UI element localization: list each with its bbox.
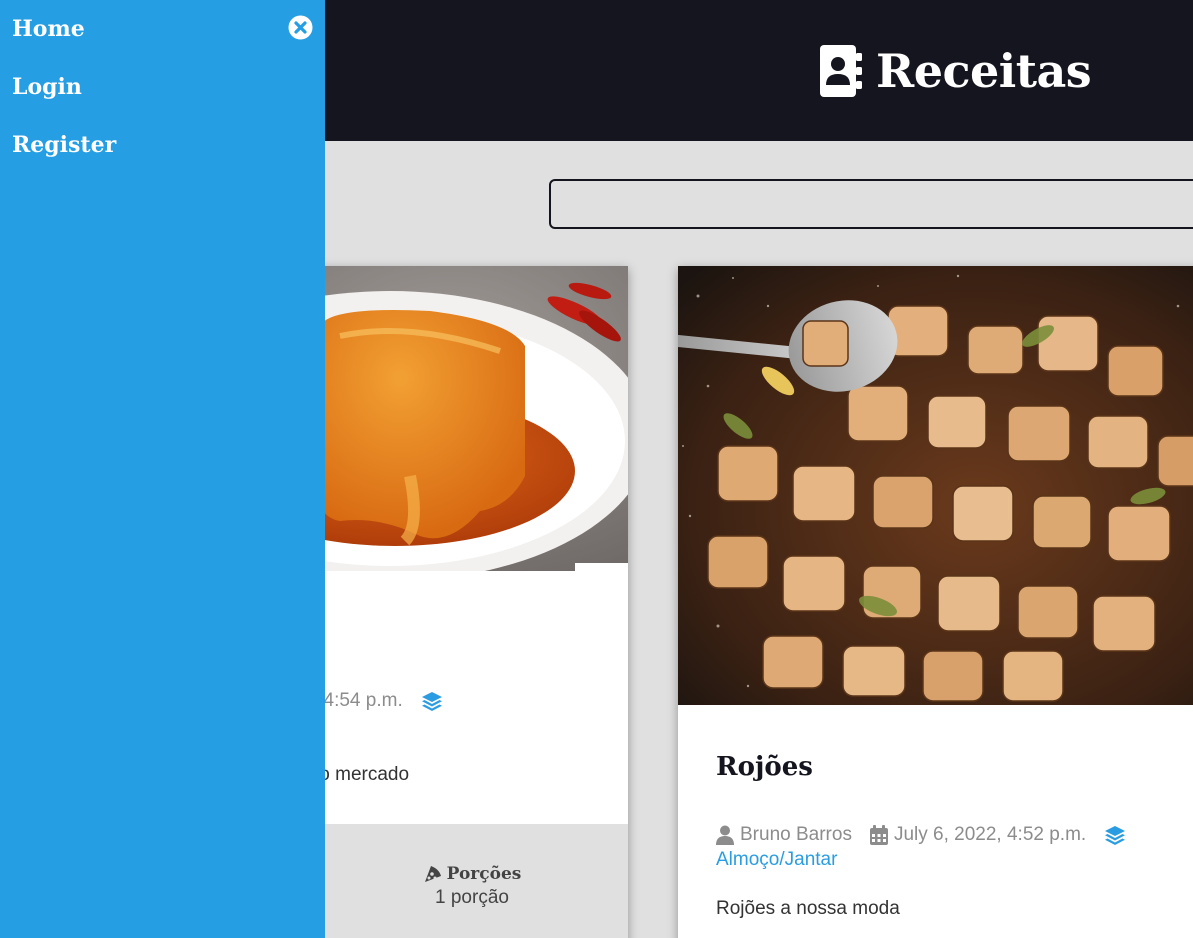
recipe-category-link[interactable]: Almoço/Jantar bbox=[716, 849, 837, 871]
calendar-icon bbox=[869, 825, 888, 845]
sidebar-item-home[interactable]: Home bbox=[12, 16, 85, 42]
sidebar-item-register[interactable]: Register bbox=[12, 132, 116, 158]
layers-icon bbox=[1105, 826, 1126, 845]
recipe-meta: Bruno Barros July 6, 2022, 4:52 p.m. bbox=[716, 824, 1126, 846]
portions-label: Porções bbox=[446, 864, 522, 884]
close-icon[interactable] bbox=[288, 15, 313, 40]
search-input[interactable] bbox=[549, 179, 1193, 229]
sidebar-menu: Home Login Register bbox=[0, 0, 325, 938]
sidebar-item-login[interactable]: Login bbox=[12, 74, 82, 100]
recipe-author: Bruno Barros bbox=[740, 824, 852, 845]
recipe-card[interactable]: Rojões Bruno Barros July 6, 2022, 4:52 p… bbox=[678, 266, 1193, 938]
brand-link[interactable]: Receitas bbox=[820, 44, 1092, 98]
user-icon bbox=[716, 825, 734, 845]
pizza-slice-icon bbox=[424, 866, 441, 882]
portions-value: 1 porção bbox=[435, 887, 509, 908]
layers-icon bbox=[421, 692, 442, 711]
address-book-icon bbox=[820, 45, 862, 97]
recipe-description: Rojões a nossa moda bbox=[716, 898, 900, 919]
brand-title: Receitas bbox=[876, 44, 1092, 98]
rojoes-photo[interactable] bbox=[678, 266, 1193, 705]
portions-block: Porções 1 porção bbox=[422, 864, 522, 909]
recipe-title[interactable]: Rojões bbox=[716, 752, 813, 782]
recipe-date: July 6, 2022, 4:52 p.m. bbox=[893, 824, 1087, 845]
